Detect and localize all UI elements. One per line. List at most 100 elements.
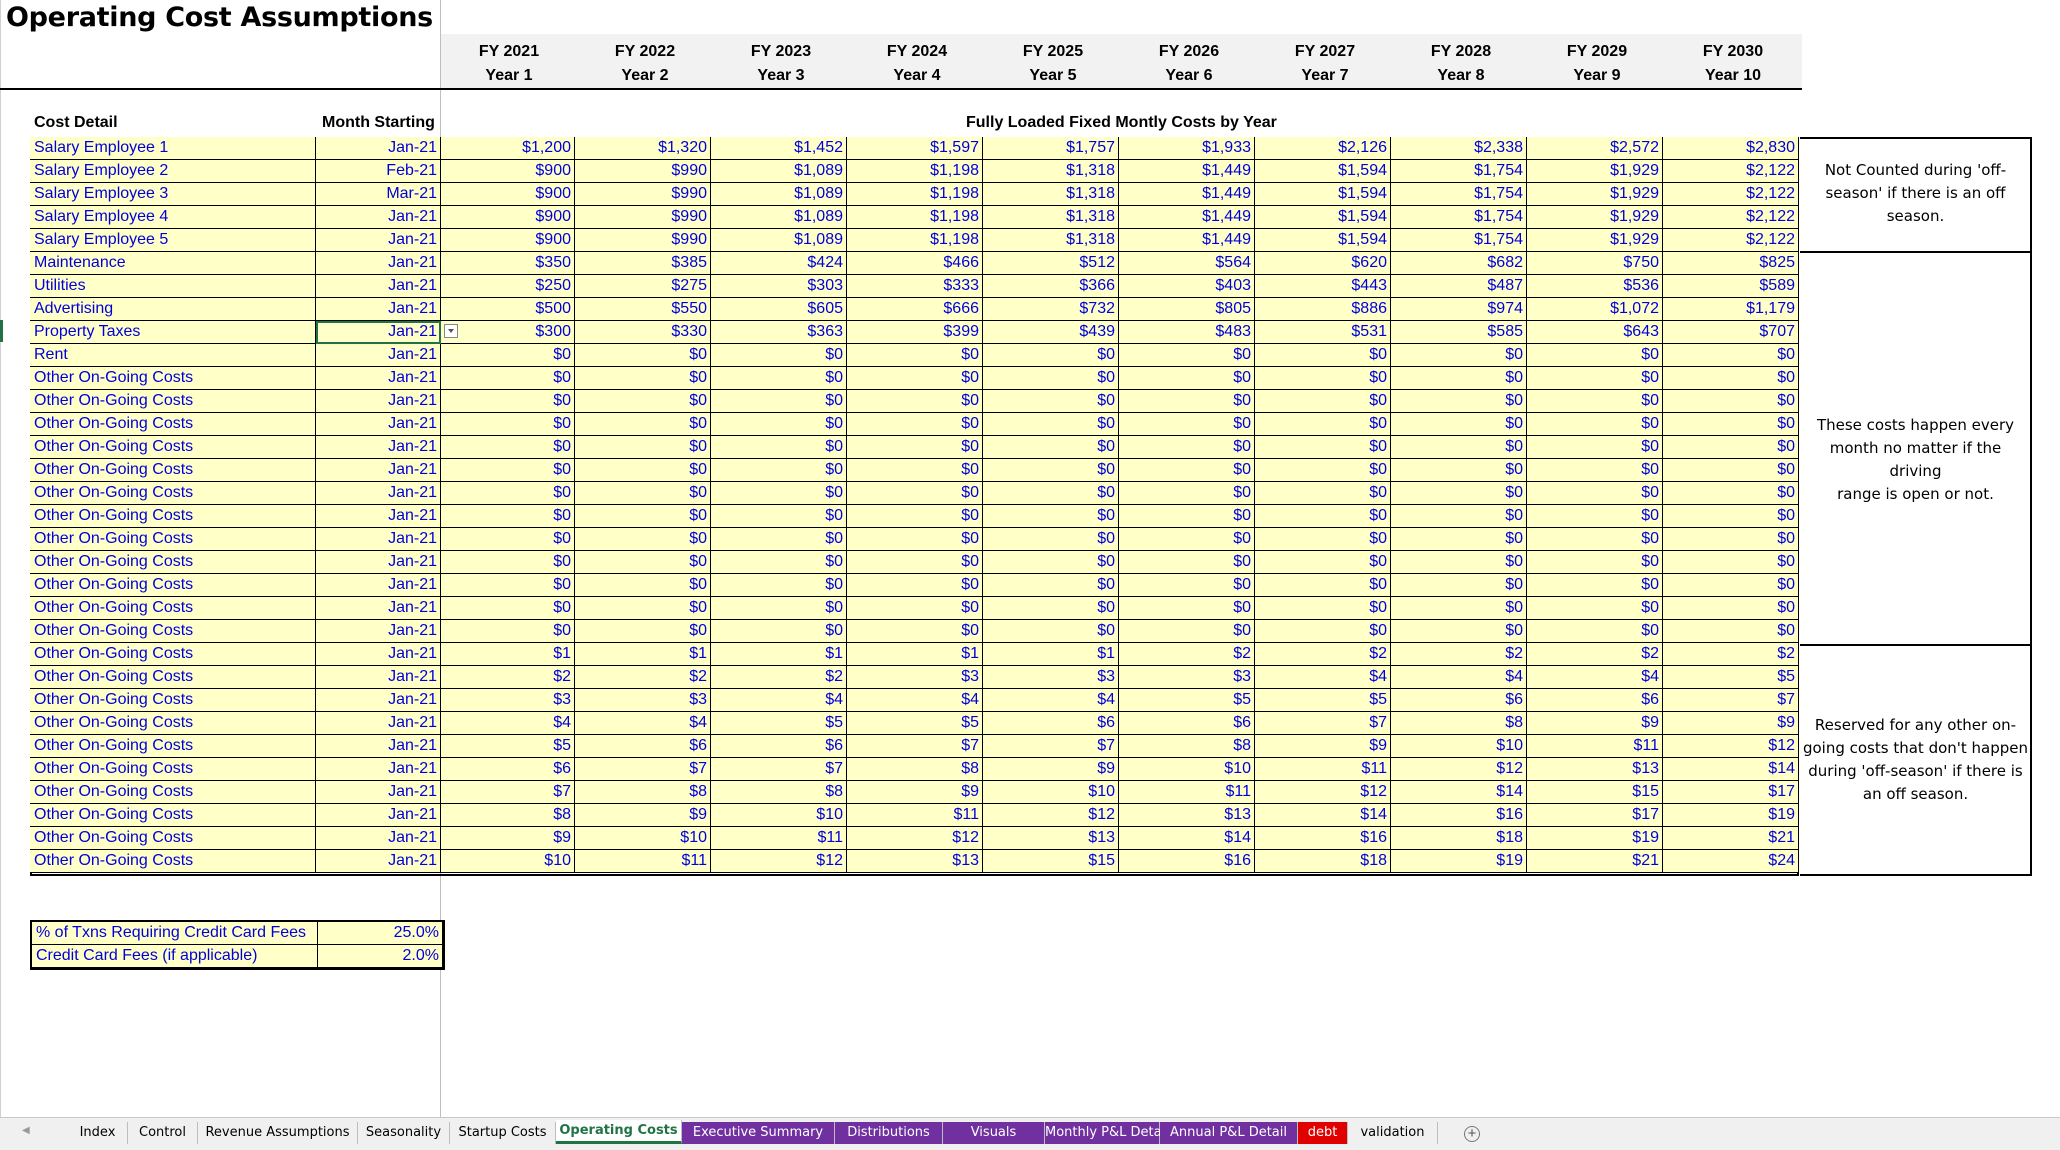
cost-value-cell[interactable]: $0 [1527,597,1663,620]
cost-value-cell[interactable]: $12 [1255,781,1391,804]
month-starting-cell[interactable]: Jan-21 [316,344,441,367]
cost-value-cell[interactable]: $1,757 [983,137,1119,160]
cost-name-cell[interactable]: Property Taxes [30,321,316,344]
cost-value-cell[interactable]: $0 [441,620,575,643]
cost-value-cell[interactable]: $0 [1391,505,1527,528]
cost-value-cell[interactable]: $0 [983,551,1119,574]
cost-name-cell[interactable]: Salary Employee 4 [30,206,316,229]
cost-value-cell[interactable]: $1,933 [1119,137,1255,160]
triangle-left-icon[interactable]: ◀ [22,1125,30,1136]
cost-value-cell[interactable]: $4 [1391,666,1527,689]
cost-value-cell[interactable]: $0 [1255,597,1391,620]
cost-value-cell[interactable]: $0 [847,620,983,643]
cost-name-cell[interactable]: Salary Employee 2 [30,160,316,183]
month-starting-cell[interactable]: Jan-21 [316,551,441,574]
cost-name-cell[interactable]: Other On-Going Costs [30,827,316,850]
cost-value-cell[interactable]: $0 [847,344,983,367]
cost-value-cell[interactable]: $3 [1119,666,1255,689]
cost-name-cell[interactable]: Other On-Going Costs [30,574,316,597]
cost-value-cell[interactable]: $0 [1391,436,1527,459]
month-starting-cell[interactable]: Jan-21 [316,643,441,666]
month-starting-cell[interactable]: Jan-21 [316,252,441,275]
cost-value-cell[interactable]: $350 [441,252,575,275]
cost-name-cell[interactable]: Other On-Going Costs [30,367,316,390]
cost-value-cell[interactable]: $0 [441,528,575,551]
cost-value-cell[interactable]: $9 [1663,712,1799,735]
cost-value-cell[interactable]: $0 [847,436,983,459]
cost-value-cell[interactable]: $13 [847,850,983,873]
cost-value-cell[interactable]: $0 [1255,344,1391,367]
cost-value-cell[interactable]: $6 [575,735,711,758]
cost-value-cell[interactable]: $0 [847,459,983,482]
cost-value-cell[interactable]: $1,597 [847,137,983,160]
month-starting-cell[interactable]: Jan-21 [316,436,441,459]
cost-value-cell[interactable]: $11 [1119,781,1255,804]
cost-value-cell[interactable]: $0 [575,528,711,551]
cost-value-cell[interactable]: $0 [1527,482,1663,505]
cost-value-cell[interactable]: $19 [1527,827,1663,850]
cost-value-cell[interactable]: $0 [847,482,983,505]
cost-value-cell[interactable]: $8 [1391,712,1527,735]
cost-value-cell[interactable]: $0 [1663,574,1799,597]
cost-value-cell[interactable]: $18 [1255,850,1391,873]
cost-value-cell[interactable]: $0 [575,413,711,436]
cost-value-cell[interactable]: $424 [711,252,847,275]
cost-value-cell[interactable]: $3 [983,666,1119,689]
cost-value-cell[interactable]: $1,089 [711,206,847,229]
cost-value-cell[interactable]: $531 [1255,321,1391,344]
cost-name-cell[interactable]: Other On-Going Costs [30,735,316,758]
cost-value-cell[interactable]: $585 [1391,321,1527,344]
cost-value-cell[interactable]: $0 [575,436,711,459]
cost-value-cell[interactable]: $1,320 [575,137,711,160]
cost-value-cell[interactable]: $0 [1663,528,1799,551]
cost-value-cell[interactable]: $333 [847,275,983,298]
cost-value-cell[interactable]: $0 [1255,528,1391,551]
cost-name-cell[interactable]: Salary Employee 1 [30,137,316,160]
cost-value-cell[interactable]: $13 [1527,758,1663,781]
cost-name-cell[interactable]: Other On-Going Costs [30,666,316,689]
cost-value-cell[interactable]: $0 [847,528,983,551]
cost-value-cell[interactable]: $0 [983,344,1119,367]
cost-value-cell[interactable]: $0 [711,367,847,390]
cost-value-cell[interactable]: $300 [441,321,575,344]
cost-value-cell[interactable]: $24 [1663,850,1799,873]
cost-value-cell[interactable]: $0 [1255,505,1391,528]
cost-value-cell[interactable]: $0 [1527,390,1663,413]
sheet-tab[interactable]: debt [1298,1122,1348,1144]
dropdown-arrow-icon[interactable] [444,324,458,338]
cost-value-cell[interactable]: $303 [711,275,847,298]
cost-value-cell[interactable]: $1,198 [847,183,983,206]
cost-value-cell[interactable]: $0 [1663,620,1799,643]
cost-value-cell[interactable]: $564 [1119,252,1255,275]
cost-value-cell[interactable]: $0 [1527,367,1663,390]
cost-value-cell[interactable]: $974 [1391,298,1527,321]
cost-value-cell[interactable]: $487 [1391,275,1527,298]
cost-value-cell[interactable]: $1 [983,643,1119,666]
cost-value-cell[interactable]: $0 [847,505,983,528]
cost-value-cell[interactable]: $500 [441,298,575,321]
cost-value-cell[interactable]: $0 [1391,620,1527,643]
cost-value-cell[interactable]: $0 [711,482,847,505]
cost-value-cell[interactable]: $0 [1255,620,1391,643]
cost-value-cell[interactable]: $0 [711,528,847,551]
cost-value-cell[interactable]: $0 [575,574,711,597]
cost-value-cell[interactable]: $10 [711,804,847,827]
cost-value-cell[interactable]: $21 [1663,827,1799,850]
cost-value-cell[interactable]: $1,929 [1527,183,1663,206]
cost-value-cell[interactable]: $0 [1119,620,1255,643]
cost-value-cell[interactable]: $0 [441,505,575,528]
sheet-tab[interactable]: validation [1348,1122,1438,1144]
cost-value-cell[interactable]: $7 [1255,712,1391,735]
cost-value-cell[interactable]: $1,072 [1527,298,1663,321]
cost-value-cell[interactable]: $0 [441,367,575,390]
cost-value-cell[interactable]: $9 [847,781,983,804]
cost-value-cell[interactable]: $1,754 [1391,206,1527,229]
cost-value-cell[interactable]: $1,449 [1119,183,1255,206]
cost-value-cell[interactable]: $2,338 [1391,137,1527,160]
cost-value-cell[interactable]: $666 [847,298,983,321]
cost-value-cell[interactable]: $900 [441,160,575,183]
cost-value-cell[interactable]: $0 [441,344,575,367]
sheet-tab[interactable]: Operating Costs [556,1120,682,1144]
cost-value-cell[interactable]: $2,126 [1255,137,1391,160]
cost-value-cell[interactable]: $0 [711,390,847,413]
